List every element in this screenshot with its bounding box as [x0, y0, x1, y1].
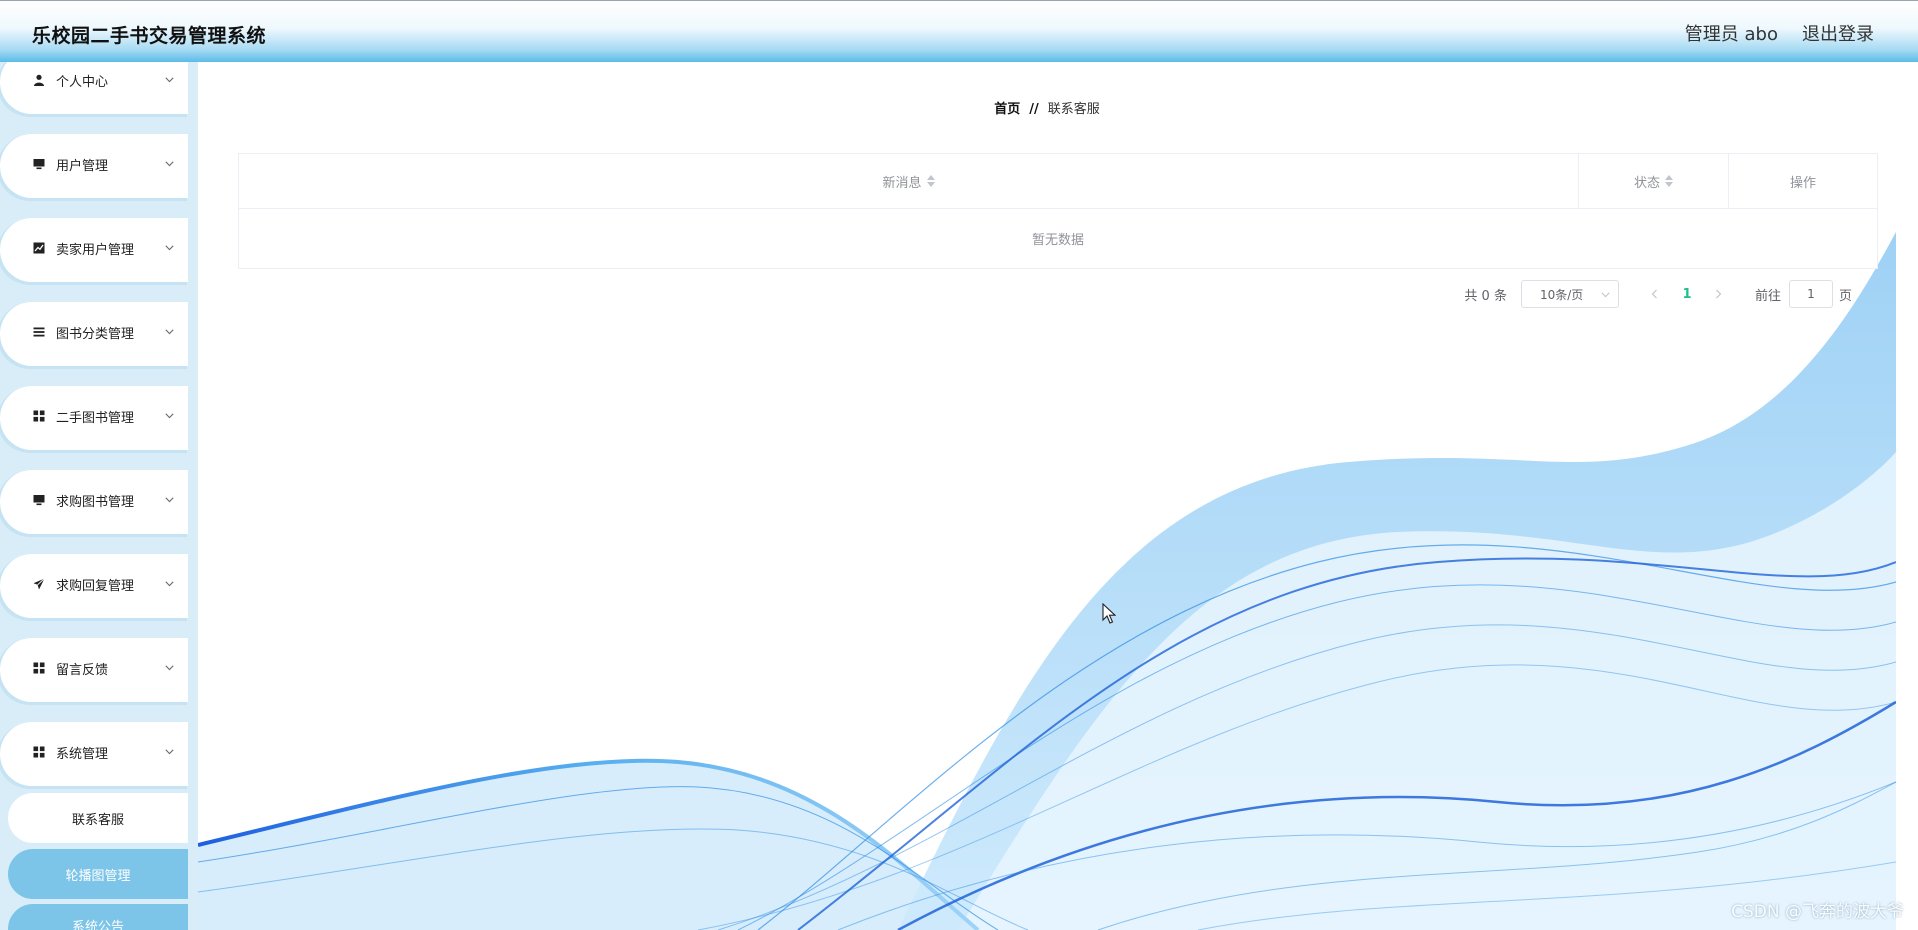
goto-page-input[interactable] — [1788, 280, 1833, 308]
breadcrumb-separator: // — [1029, 102, 1039, 117]
chart-icon — [32, 241, 46, 255]
sidebar-item-label: 求购图书管理 — [56, 494, 135, 510]
sidebar-item-purchase-reply-management[interactable]: 求购回复管理 — [4, 554, 188, 614]
chevron-down-icon — [164, 327, 174, 337]
grid-icon — [32, 661, 46, 675]
sidebar-item-label: 卖家用户管理 — [56, 242, 135, 258]
app-root: 乐校园二手书交易管理系统 管理员 abo 退出登录 个人中心 用户管理 卖家用户… — [0, 0, 1918, 930]
breadcrumb-current: 联系客服 — [1047, 102, 1100, 117]
mouse-cursor-icon — [1102, 603, 1116, 624]
list-icon — [32, 325, 46, 339]
main-content: 首页 // 联系客服 新消息 状态 操作 暂无数据 共 0 条 10条/页 1 前往… — [198, 62, 1896, 930]
logout-button[interactable]: 退出登录 — [1802, 20, 1874, 46]
grid-icon — [32, 745, 46, 759]
table-header: 新消息 状态 操作 — [239, 154, 1877, 209]
sidebar-item-label: 求购回复管理 — [56, 578, 135, 594]
chevron-down-icon — [164, 495, 174, 505]
page-size-value: 10条/页 — [1539, 287, 1584, 302]
sidebar-item-purchase-request-management[interactable]: 求购图书管理 — [4, 470, 188, 530]
chevron-left-icon — [1652, 289, 1658, 299]
current-user-label: 管理员 abo — [1684, 24, 1778, 45]
grid-icon — [32, 409, 46, 423]
watermark-text: CSDN @飞奔的波大爷 — [1731, 902, 1904, 922]
chevron-down-icon — [164, 663, 174, 673]
pagination: 共 0 条 10条/页 1 前往 页 — [1464, 280, 1852, 308]
column-header-status[interactable]: 状态 — [1579, 154, 1729, 208]
chevron-down-icon — [164, 411, 174, 421]
send-icon — [32, 577, 46, 591]
column-header-label: 新消息 — [882, 175, 922, 191]
breadcrumb: 首页 // 联系客服 — [198, 98, 1896, 117]
breadcrumb-home[interactable]: 首页 — [994, 102, 1020, 117]
right-edge-strip — [1896, 62, 1918, 844]
chevron-down-icon — [164, 75, 174, 85]
sidebar-item-label: 图书分类管理 — [56, 326, 135, 342]
next-page-button[interactable] — [1705, 280, 1733, 308]
pagination-total: 共 0 条 — [1464, 288, 1507, 304]
sidebar-item-label: 系统管理 — [56, 746, 109, 762]
column-header-new-message[interactable]: 新消息 — [239, 154, 1579, 208]
sidebar-subitem-contact-service[interactable]: 联系客服 — [8, 793, 188, 843]
sort-caret-icon[interactable] — [926, 175, 935, 187]
sidebar-item-personal-center[interactable]: 个人中心 — [4, 62, 188, 110]
page-size-select[interactable]: 10条/页 — [1520, 280, 1619, 308]
sidebar-item-label: 个人中心 — [56, 74, 109, 90]
chevron-down-icon — [164, 159, 174, 169]
app-title: 乐校园二手书交易管理系统 — [32, 25, 267, 47]
user-icon — [32, 73, 46, 87]
sidebar-item-feedback[interactable]: 留言反馈 — [4, 638, 188, 698]
header-actions: 管理员 abo 退出登录 — [1685, 20, 1874, 46]
sidebar-subitem-carousel-management[interactable]: 轮播图管理 — [8, 849, 188, 899]
page-unit-label: 页 — [1838, 288, 1852, 304]
column-header-actions: 操作 — [1729, 154, 1877, 208]
goto-label: 前往 — [1754, 288, 1781, 304]
sidebar-item-label: 用户管理 — [56, 158, 109, 174]
sidebar-item-book-category-management[interactable]: 图书分类管理 — [4, 302, 188, 362]
sidebar-item-user-management[interactable]: 用户管理 — [4, 134, 188, 194]
sidebar-item-used-book-management[interactable]: 二手图书管理 — [4, 386, 188, 446]
table-empty-text: 暂无数据 — [1031, 233, 1084, 248]
monitor-icon — [32, 157, 46, 171]
messages-table: 新消息 状态 操作 暂无数据 — [238, 153, 1878, 269]
prev-page-button[interactable] — [1641, 280, 1669, 308]
sidebar: 个人中心 用户管理 卖家用户管理 图书分类管理 二手图书管理 求购图书管理 求购… — [0, 62, 198, 930]
column-header-label: 操作 — [1789, 175, 1816, 191]
sidebar-item-seller-management[interactable]: 卖家用户管理 — [4, 218, 188, 278]
sidebar-item-label: 留言反馈 — [56, 662, 109, 678]
chevron-down-icon — [164, 747, 174, 757]
sidebar-item-system-management[interactable]: 系统管理 — [4, 722, 188, 782]
sidebar-item-label: 二手图书管理 — [56, 410, 135, 426]
page-number-current[interactable]: 1 — [1669, 280, 1705, 308]
sort-caret-icon[interactable] — [1665, 175, 1673, 187]
monitor-icon — [32, 493, 46, 507]
chevron-down-icon — [1601, 287, 1610, 301]
sidebar-subitem-system-notice[interactable]: 系统公告 — [8, 904, 188, 930]
column-header-label: 状态 — [1633, 175, 1660, 191]
top-header: 乐校园二手书交易管理系统 管理员 abo 退出登录 — [0, 0, 1918, 62]
chevron-down-icon — [164, 243, 174, 253]
chevron-down-icon — [164, 579, 174, 589]
chevron-right-icon — [1716, 289, 1722, 299]
